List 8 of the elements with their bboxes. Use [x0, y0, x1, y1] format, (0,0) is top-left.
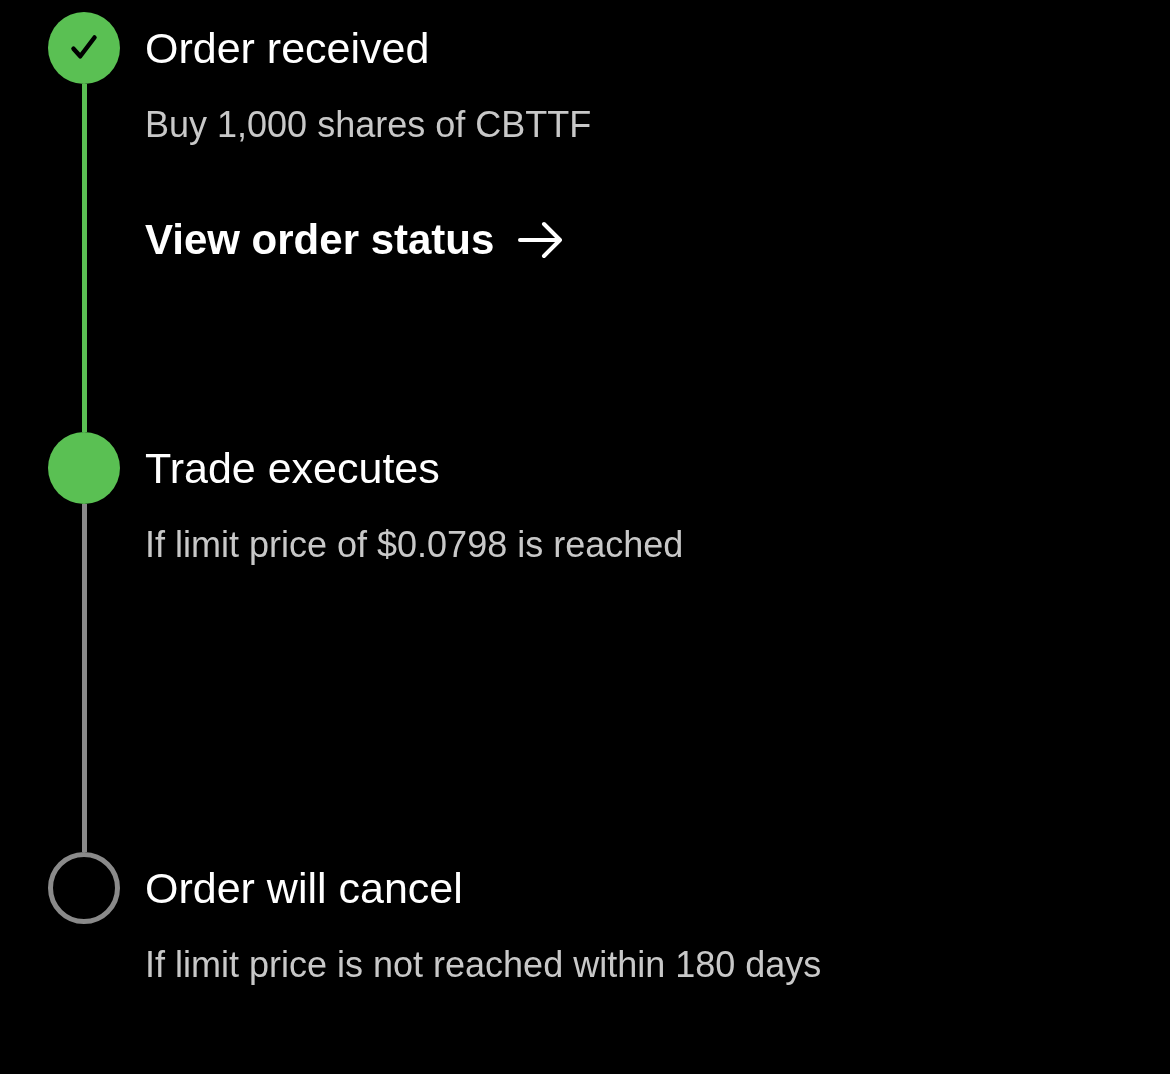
step-title: Trade executes [145, 443, 440, 494]
step-title: Order received [145, 23, 430, 74]
step-title: Order will cancel [145, 863, 463, 914]
arrow-right-icon [516, 220, 565, 260]
step-description: If limit price of $0.0798 is reached [145, 523, 684, 567]
step-description: If limit price is not reached within 180 days [145, 943, 822, 987]
view-order-status-link[interactable]: View order status [145, 212, 565, 268]
step-description: Buy 1,000 shares of CBTTF [145, 103, 592, 147]
